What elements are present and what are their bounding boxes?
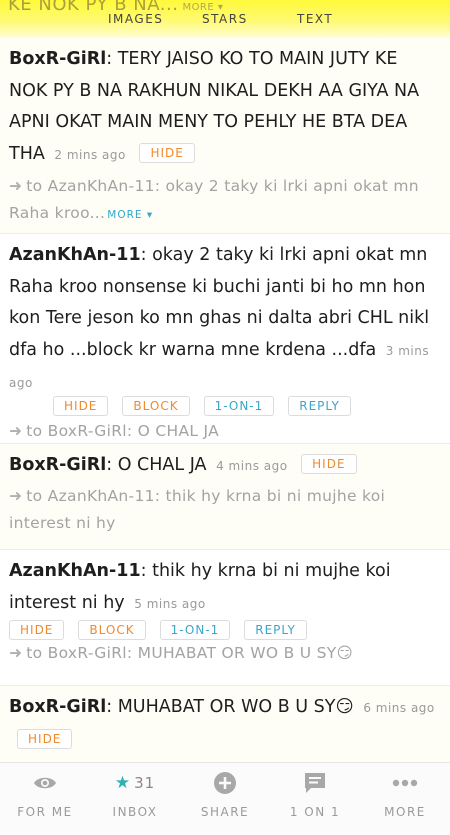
action-row: HIDE BLOCK 1-ON-1 REPLY: [9, 620, 438, 640]
arrow-right-icon: ➜: [9, 644, 23, 662]
username[interactable]: BoxR-GiRl: [9, 697, 106, 717]
message-body: BoxR-GiRl: MUHABAT OR WO B U SY😏 6 mins …: [9, 692, 438, 756]
username[interactable]: AzanKhAn-11: [9, 561, 141, 581]
reply-text: to AzanKhAn-11: okay 2 taky ki lrki apni…: [9, 177, 419, 222]
reply-button[interactable]: REPLY: [244, 620, 307, 640]
nav-label: 1 ON 1: [289, 805, 341, 819]
reply-preview[interactable]: ➜ to BoxR-GiRl: MUHABAT OR WO B U SY😏: [9, 640, 438, 667]
reply-text: to AzanKhAn-11: thik hy krna bi ni mujhe…: [9, 486, 386, 532]
reply-preview[interactable]: ➜ to AzanKhAn-11: thik hy krna bi ni mujh…: [9, 483, 438, 537]
nav-label: SHARE: [200, 805, 250, 819]
plus-circle-icon: [180, 769, 270, 797]
nav-label: INBOX: [112, 805, 158, 819]
nav-for-me[interactable]: FOR ME: [0, 769, 90, 819]
nav-more[interactable]: MORE: [360, 769, 450, 819]
message-card: AzanKhAn-11: okay 2 taky ki lrki apni ok…: [0, 234, 450, 444]
reply-button[interactable]: REPLY: [288, 395, 351, 416]
filter-tabs: IMAGES STARS TEXT: [0, 12, 450, 30]
message-text: : O CHAL JA: [106, 455, 207, 475]
message-body: BoxR-GiRl: O CHAL JA 4 mins ago HIDE: [9, 450, 438, 483]
hide-button[interactable]: HIDE: [301, 454, 357, 474]
one-on-one-button[interactable]: 1-ON-1: [159, 620, 231, 640]
block-button[interactable]: BLOCK: [122, 395, 190, 416]
reply-text: to BoxR-GiRl: MUHABAT OR WO B U SY😏: [26, 644, 353, 662]
message-card: BoxR-GiRl: TERY JAISO KO TO MAIN JUTY KE…: [0, 38, 450, 234]
message-body: BoxR-GiRl: TERY JAISO KO TO MAIN JUTY KE…: [9, 44, 438, 171]
message-feed[interactable]: BoxR-GiRl: TERY JAISO KO TO MAIN JUTY KE…: [0, 38, 450, 762]
reply-text: to BoxR-GiRl: O CHAL JA: [26, 421, 220, 440]
timestamp: 4 mins ago: [216, 459, 288, 473]
message-body: AzanKhAn-11: okay 2 taky ki lrki apni ok…: [9, 240, 438, 400]
arrow-right-icon: ➜: [9, 486, 23, 505]
nav-one-on-one[interactable]: 1 ON 1: [270, 769, 360, 819]
nav-label: MORE: [384, 805, 426, 819]
eye-icon: [0, 769, 90, 797]
one-on-one-button[interactable]: 1-ON-1: [203, 395, 275, 416]
timestamp: 5 mins ago: [134, 596, 206, 611]
hide-button[interactable]: HIDE: [17, 728, 73, 749]
message-card: BoxR-GiRl: O CHAL JA 4 mins ago HIDE ➜ to…: [0, 444, 450, 550]
reply-preview[interactable]: ➜ to BoxR-GiRl: O CHAL JA: [9, 418, 438, 445]
timestamp: 2 mins ago: [54, 147, 126, 162]
arrow-right-icon: ➜: [9, 421, 23, 440]
timestamp: 6 mins ago: [363, 701, 435, 715]
username[interactable]: BoxR-GiRl: [9, 455, 106, 475]
tab-images[interactable]: IMAGES: [108, 12, 163, 26]
message-body: AzanKhAn-11: thik hy krna bi ni mujhe ko…: [9, 556, 438, 620]
hide-button[interactable]: HIDE: [139, 142, 195, 163]
username[interactable]: AzanKhAn-11: [9, 245, 141, 265]
arrow-right-icon: ➜: [9, 177, 23, 195]
chat-bubble-icon: [270, 769, 360, 797]
reply-preview[interactable]: ➜ to AzanKhAn-11: okay 2 taky ki lrki apn…: [9, 173, 438, 229]
message-card: AzanKhAn-11: thik hy krna bi ni mujhe ko…: [0, 550, 450, 686]
username[interactable]: BoxR-GiRl: [9, 49, 106, 69]
message-text: : MUHABAT OR WO B U SY😏: [106, 697, 354, 717]
action-row: HIDE BLOCK 1-ON-1 REPLY: [9, 395, 438, 416]
nav-share[interactable]: SHARE: [180, 769, 270, 819]
star-icon: ★: [114, 773, 131, 793]
message-card: BoxR-GiRl: MUHABAT OR WO B U SY😏 6 mins …: [0, 686, 450, 762]
bottom-nav: FOR ME ★ 31 INBOX SHARE 1 ON 1 MORE: [0, 762, 450, 835]
more-link[interactable]: MORE ▾: [107, 209, 153, 221]
tab-text[interactable]: TEXT: [297, 12, 333, 26]
hide-button[interactable]: HIDE: [53, 395, 109, 416]
hide-button[interactable]: HIDE: [9, 620, 65, 640]
dots-icon: [360, 769, 450, 797]
top-header: KE NOK PY B NA... MORE ▾ IMAGES STARS TEX…: [0, 0, 450, 38]
tab-stars[interactable]: STARS: [202, 12, 248, 26]
nav-inbox[interactable]: ★ 31 INBOX: [90, 769, 180, 819]
inbox-count: 31: [134, 774, 156, 792]
nav-label: FOR ME: [17, 805, 73, 819]
block-button[interactable]: BLOCK: [78, 620, 146, 640]
